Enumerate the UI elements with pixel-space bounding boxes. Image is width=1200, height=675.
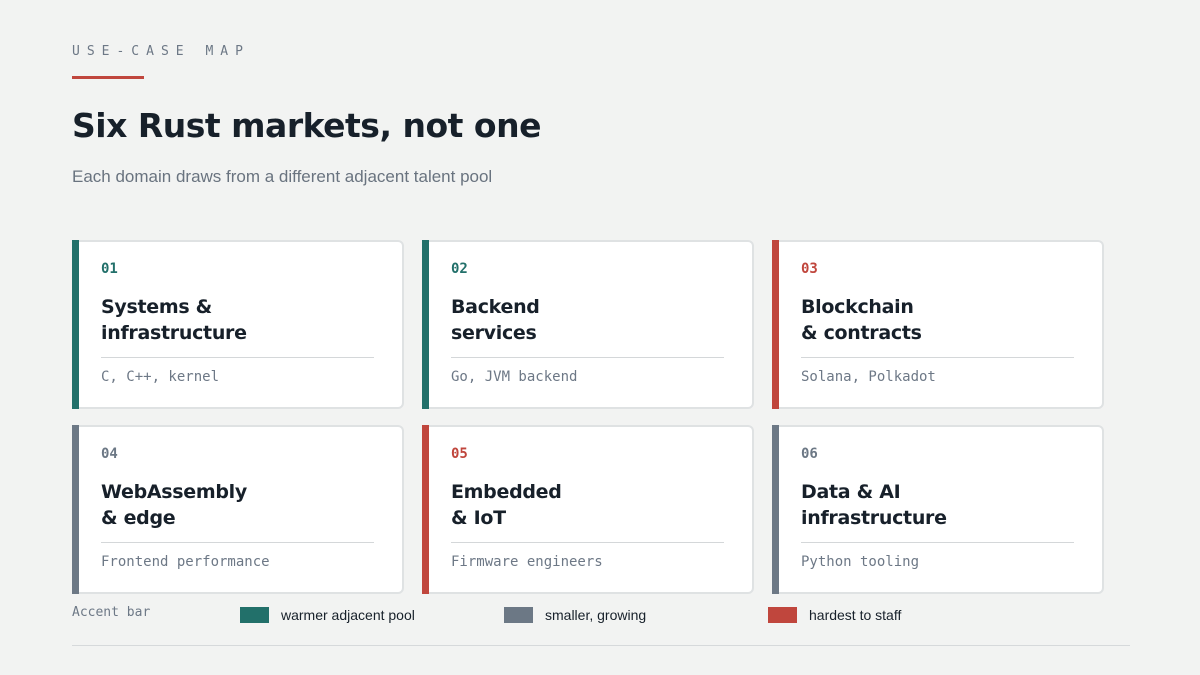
card-title-line: infrastructure <box>101 322 247 344</box>
legend-swatch <box>768 607 797 623</box>
card-divider <box>101 542 374 543</box>
card-number: 03 <box>801 261 818 277</box>
card-title: Embedded & IoT <box>451 479 724 531</box>
card-divider <box>451 542 724 543</box>
card-title-line: infrastructure <box>801 507 947 529</box>
use-case-card-04: 04 WebAssembly & edge Frontend performan… <box>72 425 404 594</box>
use-case-card-01: 01 Systems & infrastructure C, C++, kern… <box>72 240 404 409</box>
card-title: Systems & infrastructure <box>101 294 374 346</box>
legend-text: hardest to staff <box>809 607 902 623</box>
use-case-card-05: 05 Embedded & IoT Firmware engineers <box>422 425 754 594</box>
eyebrow-label: USE-CASE MAP <box>72 44 250 59</box>
card-number: 04 <box>101 446 118 462</box>
card-talent-pool: Firmware engineers <box>451 554 603 570</box>
card-talent-pool: Go, JVM backend <box>451 369 578 385</box>
accent-bar <box>422 425 429 594</box>
accent-bar <box>772 240 779 409</box>
accent-bar <box>422 240 429 409</box>
accent-bar <box>72 425 79 594</box>
eyebrow-accent-rule <box>72 76 144 79</box>
card-talent-pool: Frontend performance <box>101 554 270 570</box>
page-subtitle: Each domain draws from a different adjac… <box>72 167 493 186</box>
card-number: 05 <box>451 446 468 462</box>
card-title-line: Systems & <box>101 296 212 318</box>
use-case-card-06: 06 Data & AI infrastructure Python tooli… <box>772 425 1104 594</box>
legend-swatch <box>240 607 269 623</box>
card-title: Backend services <box>451 294 724 346</box>
use-case-grid: 01 Systems & infrastructure C, C++, kern… <box>72 240 1105 594</box>
legend-text: warmer adjacent pool <box>281 607 415 623</box>
card-talent-pool: C, C++, kernel <box>101 369 220 385</box>
card-title: WebAssembly & edge <box>101 479 374 531</box>
legend-item-warmer: warmer adjacent pool <box>240 607 415 623</box>
card-title-line: & contracts <box>801 322 922 344</box>
legend-label: Accent bar <box>72 605 151 620</box>
card-title-line: Data & AI <box>801 481 901 503</box>
footer-divider <box>72 645 1130 646</box>
accent-bar <box>772 425 779 594</box>
card-title-line: & IoT <box>451 507 506 529</box>
accent-bar <box>72 240 79 409</box>
card-title: Blockchain & contracts <box>801 294 1074 346</box>
card-divider <box>451 357 724 358</box>
card-title-line: Embedded <box>451 481 562 503</box>
page-title: Six Rust markets, not one <box>72 106 541 145</box>
card-divider <box>801 357 1074 358</box>
legend-text: smaller, growing <box>545 607 647 623</box>
card-number: 01 <box>101 261 118 277</box>
card-title-line: WebAssembly <box>101 481 247 503</box>
card-divider <box>101 357 374 358</box>
card-title-line: & edge <box>101 507 176 529</box>
card-title-line: Blockchain <box>801 296 914 318</box>
card-number: 02 <box>451 261 468 277</box>
card-talent-pool: Solana, Polkadot <box>801 369 936 385</box>
card-talent-pool: Python tooling <box>801 554 920 570</box>
legend-item-growing: smaller, growing <box>504 607 646 623</box>
card-title-line: Backend <box>451 296 540 318</box>
use-case-card-03: 03 Blockchain & contracts Solana, Polkad… <box>772 240 1104 409</box>
card-title: Data & AI infrastructure <box>801 479 1074 531</box>
legend-item-hardest: hardest to staff <box>768 607 901 623</box>
card-divider <box>801 542 1074 543</box>
card-title-line: services <box>451 322 537 344</box>
use-case-card-02: 02 Backend services Go, JVM backend <box>422 240 754 409</box>
card-number: 06 <box>801 446 818 462</box>
legend-swatch <box>504 607 533 623</box>
